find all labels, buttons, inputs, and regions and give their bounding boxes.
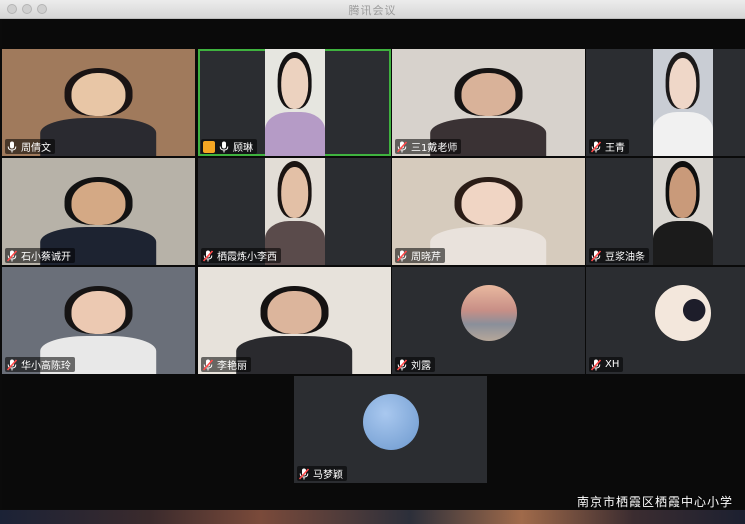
participant-nameplate: 豆浆油条 (589, 248, 649, 263)
participant-avatar (460, 284, 517, 341)
participant-tile[interactable]: 周晓芹 (392, 158, 585, 265)
participant-tile[interactable]: 刘露 (392, 267, 585, 374)
participant-nameplate: XH (589, 357, 624, 372)
person-silhouette (652, 160, 713, 265)
mic-muted-icon (397, 358, 407, 371)
participant-name: 李艳丽 (217, 361, 247, 372)
window-titlebar: 腾讯会议 (0, 0, 745, 19)
mic-icon (7, 141, 17, 153)
participant-tile[interactable]: XH (586, 267, 745, 374)
participant-name: 王青 (605, 143, 625, 154)
participant-name: 石小蔡诚开 (21, 252, 71, 263)
school-watermark: 南京市栖霞区栖霞中心小学 (576, 495, 733, 509)
participant-name: 三1戴老师 (411, 143, 458, 154)
participant-tile[interactable]: 李艳丽 (198, 267, 391, 374)
participant-video (652, 158, 713, 265)
participant-name: 华小高陈玲 (21, 361, 71, 372)
participant-nameplate: 马梦颖 (297, 466, 347, 481)
participant-name: 周倩文 (21, 143, 51, 154)
person-silhouette (652, 51, 713, 156)
participant-name: 马梦颖 (313, 470, 343, 481)
participant-nameplate: 石小蔡诚开 (5, 248, 75, 263)
participant-tile[interactable]: 王青 (586, 49, 745, 156)
mic-muted-icon (591, 140, 601, 153)
participant-avatar (654, 284, 711, 341)
participant-nameplate: 李艳丽 (201, 357, 251, 372)
participant-tile[interactable]: 石小蔡诚开 (2, 158, 195, 265)
person-silhouette (236, 285, 353, 374)
mic-icon (219, 141, 229, 153)
window-title: 腾讯会议 (348, 4, 397, 17)
participant-tile[interactable]: 三1戴老师 (392, 49, 585, 156)
participant-name: 豆浆油条 (605, 252, 645, 263)
participant-name: 栖霞炼小李西 (217, 252, 277, 263)
person-silhouette (430, 176, 547, 265)
participant-nameplate: 刘露 (395, 357, 435, 372)
participant-tile[interactable]: 栖霞炼小李西 (198, 158, 391, 265)
participant-nameplate: 顾琳 (201, 139, 257, 154)
participant-video (652, 49, 713, 156)
participant-nameplate: 周晓芹 (395, 248, 445, 263)
mic-muted-icon (397, 140, 407, 153)
mic-muted-icon (203, 249, 213, 262)
participant-name: 刘露 (411, 361, 431, 372)
participant-name: XH (605, 359, 620, 370)
participant-tile[interactable]: 周倩文 (2, 49, 195, 156)
participant-nameplate: 周倩文 (5, 139, 55, 154)
mic-muted-icon (203, 358, 213, 371)
video-gallery: 周倩文 顾琳 三1戴老师 王青石小蔡诚开 栖霞炼小李西 周晓芹 豆浆油条华小高陈玲 李艳丽 刘露… (2, 19, 745, 509)
mic-muted-icon (299, 467, 309, 480)
participant-avatar (362, 393, 419, 450)
participant-video (264, 49, 325, 156)
participant-nameplate: 三1戴老师 (395, 139, 462, 154)
participant-nameplate: 栖霞炼小李西 (201, 248, 281, 263)
participant-name: 顾琳 (233, 143, 253, 154)
mic-muted-icon (591, 249, 601, 262)
participant-tile[interactable]: 马梦颖 (294, 376, 487, 483)
mic-muted-icon (397, 249, 407, 262)
participant-nameplate: 华小高陈玲 (5, 357, 75, 372)
desktop-wallpaper-strip (0, 510, 745, 524)
mic-muted-icon (7, 358, 17, 371)
participant-tile[interactable]: 华小高陈玲 (2, 267, 195, 374)
screen-share-icon (203, 140, 215, 153)
participant-tile[interactable]: 顾琳 (198, 49, 391, 156)
mic-muted-icon (7, 249, 17, 262)
participant-nameplate: 王青 (589, 139, 629, 154)
person-silhouette (40, 67, 157, 156)
participant-name: 周晓芹 (411, 252, 441, 263)
person-silhouette (264, 51, 325, 156)
mic-muted-icon (591, 358, 601, 371)
participant-tile[interactable]: 豆浆油条 (586, 158, 745, 265)
